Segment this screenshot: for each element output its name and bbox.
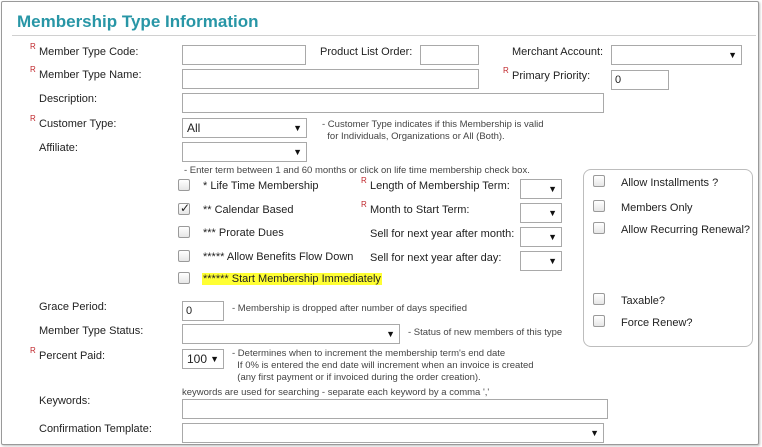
force-renew-checkbox[interactable]	[593, 315, 605, 327]
member-type-name-input[interactable]	[182, 69, 479, 89]
affiliate-select[interactable]: ▼	[182, 142, 307, 162]
member-type-status-label: Member Type Status:	[39, 325, 144, 337]
dropdown-arrow-icon: ▼	[293, 147, 302, 157]
lifetime-label: * Life Time Membership	[203, 180, 319, 192]
member-type-status-select[interactable]: ▼	[182, 324, 400, 344]
members-only-checkbox[interactable]	[593, 200, 605, 212]
title-divider	[12, 35, 756, 36]
required-marker: R	[30, 346, 36, 355]
term-note: - Enter term between 1 and 60 months or …	[184, 165, 530, 176]
confirmation-template-label: Confirmation Template:	[39, 423, 152, 435]
percent-paid-note: - Determines when to increment the membe…	[232, 348, 534, 383]
prorate-dues-label: *** Prorate Dues	[203, 227, 284, 239]
required-marker: R	[361, 176, 367, 185]
percent-paid-select[interactable]: 100 ▼	[182, 349, 224, 369]
start-immediately-checkbox[interactable]	[178, 272, 190, 284]
required-marker: R	[503, 66, 509, 75]
benefits-flow-down-checkbox[interactable]	[178, 250, 190, 262]
product-list-order-input[interactable]	[420, 45, 479, 65]
check-mark-icon: ✓	[180, 201, 191, 215]
dropdown-arrow-icon: ▼	[548, 232, 557, 242]
sell-after-month-label: Sell for next year after month:	[370, 228, 515, 240]
dropdown-arrow-icon: ▼	[210, 354, 219, 364]
primary-priority-input[interactable]	[611, 70, 669, 90]
customer-type-select[interactable]: All ▼	[182, 118, 307, 138]
allow-recurring-renewal-label: Allow Recurring Renewal?	[621, 224, 751, 236]
page-title: Membership Type Information	[17, 12, 259, 31]
affiliate-label: Affiliate:	[39, 142, 78, 154]
dropdown-arrow-icon: ▼	[548, 184, 557, 194]
taxable-checkbox[interactable]	[593, 293, 605, 305]
prorate-dues-checkbox[interactable]	[178, 226, 190, 238]
sell-after-day-select[interactable]: ▼	[520, 251, 562, 271]
membership-type-panel: Membership Type Information R Member Typ…	[1, 1, 759, 445]
month-start-term-select[interactable]: ▼	[520, 203, 562, 223]
calendar-based-label: ** Calendar Based	[203, 204, 294, 216]
customer-type-note: - Customer Type indicates if this Member…	[322, 119, 544, 142]
keywords-label: Keywords:	[39, 395, 91, 407]
primary-priority-label: Primary Priority:	[512, 70, 591, 82]
member-type-status-note: - Status of new members of this type	[408, 327, 563, 338]
required-marker: R	[30, 42, 36, 51]
allow-installments-label: Allow Installments ?	[621, 177, 719, 189]
grace-period-input[interactable]	[182, 301, 224, 321]
length-of-term-select[interactable]: ▼	[520, 179, 562, 199]
sell-after-month-select[interactable]: ▼	[520, 227, 562, 247]
allow-installments-checkbox[interactable]	[593, 175, 605, 187]
allow-recurring-renewal-checkbox[interactable]	[593, 222, 605, 234]
member-type-code-label: Member Type Code:	[39, 46, 139, 58]
grace-period-label: Grace Period:	[39, 301, 107, 313]
description-input[interactable]	[182, 93, 604, 113]
member-type-code-input[interactable]	[182, 45, 306, 65]
member-type-name-label: Member Type Name:	[39, 69, 142, 81]
confirmation-template-select[interactable]: ▼	[182, 423, 604, 443]
merchant-account-label: Merchant Account:	[512, 46, 604, 58]
length-of-term-label: Length of Membership Term:	[370, 180, 510, 192]
keywords-note: keywords are used for searching - separa…	[182, 387, 490, 398]
description-label: Description:	[39, 93, 98, 105]
lifetime-checkbox[interactable]	[178, 179, 190, 191]
dropdown-arrow-icon: ▼	[728, 50, 737, 60]
required-marker: R	[30, 114, 36, 123]
dropdown-arrow-icon: ▼	[590, 428, 599, 438]
sell-after-day-label: Sell for next year after day:	[370, 252, 502, 264]
customer-type-label: Customer Type:	[39, 118, 117, 130]
required-marker: R	[361, 200, 367, 209]
dropdown-arrow-icon: ▼	[548, 256, 557, 266]
percent-paid-label: Percent Paid:	[39, 350, 106, 362]
start-immediately-label: ****** Start Membership Immediately	[202, 273, 382, 285]
grace-period-note: - Membership is dropped after number of …	[232, 303, 467, 314]
dropdown-arrow-icon: ▼	[386, 329, 395, 339]
benefits-flow-down-label: ***** Allow Benefits Flow Down	[203, 251, 354, 263]
merchant-account-select[interactable]: ▼	[611, 45, 742, 65]
taxable-label: Taxable?	[621, 295, 666, 307]
members-only-label: Members Only	[621, 202, 693, 214]
required-marker: R	[30, 65, 36, 74]
calendar-based-checkbox[interactable]: ✓	[178, 201, 191, 215]
month-start-term-label: Month to Start Term:	[370, 204, 470, 216]
product-list-order-label: Product List Order:	[320, 46, 413, 58]
dropdown-arrow-icon: ▼	[293, 123, 302, 133]
keywords-input[interactable]	[182, 399, 608, 419]
dropdown-arrow-icon: ▼	[548, 208, 557, 218]
force-renew-label: Force Renew?	[621, 317, 693, 329]
